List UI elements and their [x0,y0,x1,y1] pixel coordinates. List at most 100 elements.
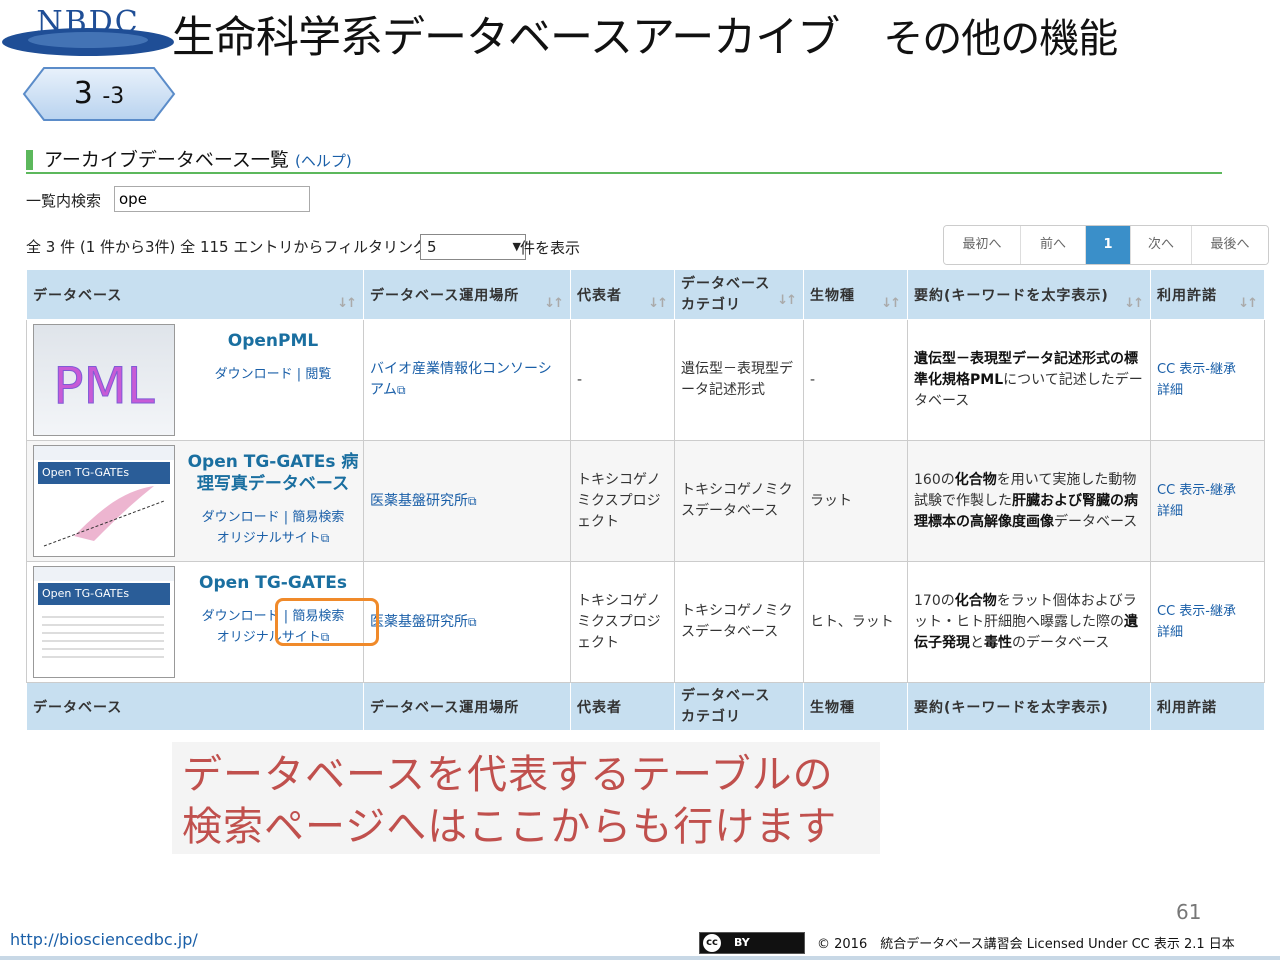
page-number: 61 [1176,900,1202,924]
summary-cell: 170の化合物をラット個体およびラット・ヒト肝細胞へ曝露した際の遺伝子発現と毒性… [907,561,1151,683]
db-name[interactable]: Open TG-GATEs [187,572,359,594]
category-cell: トキシコゲノミクスデータベース [674,561,804,683]
section-number: 3 [73,76,93,111]
license-cell: CC 表示-継承 詳細 [1150,440,1265,562]
table-header-row: データベース ↓↑ データベース運用場所 ↓↑ 代表者 ↓↑ データベース カテゴリ ↓↑… [26,269,1265,320]
table-row: Open TG-GATEs Open TG-GATEs 病理写真データベース ダ… [26,440,1265,562]
slide-title-main: 生命科学系データベースアーカイブ [172,13,840,63]
external-link-icon: ⧉ [320,531,330,545]
callout-line-2: 検索ページへはここからも行けます [182,804,838,850]
summary-cell: 160の化合物を用いて実施した動物試験で作製した肝臓および腎臓の病理標本の高解像… [907,440,1151,562]
db-thumbnail[interactable]: Open TG-GATEs [33,566,175,678]
col-category[interactable]: データベース カテゴリ ↓↑ [674,269,804,320]
cc-license-badge: cc BY [699,932,805,954]
db-cell: PML OpenPML ダウンロード | 閲覧 [26,319,364,441]
section-heading: アーカイブデータベース一覧 (ヘルプ) [26,148,1222,174]
species-cell: ヒト、ラット [803,561,908,683]
copyright-text: © 2016 統合データベース講習会 Licensed Under CC 表示 … [817,937,1235,952]
location-cell: バイオ産業情報化コンソーシアム⧉ [363,319,571,441]
cc-icon: cc [703,934,721,952]
download-link[interactable]: ダウンロード [202,609,280,624]
pager-current-page[interactable]: 1 [1086,226,1131,264]
db-links: ダウンロード | 閲覧 [214,367,332,382]
section-subnumber: -3 [102,84,125,109]
slide-title: 生命科学系データベースアーカイブ その他の機能 [172,8,1272,68]
location-link[interactable]: 医薬基盤研究所 [370,493,468,509]
db-cell: Open TG-GATEs Open TG-GATEs 病理写真データベース ダ… [26,440,364,562]
search-label: 一覧内検索 [26,192,102,210]
summary-cell: 遺伝型－表現型データ記述形式の標準化規格PMLについて記述したデータベース [907,319,1151,441]
table-footer-row: データベース データベース運用場所 代表者 データベース カテゴリ 生物種 要約(… [26,682,1265,731]
pagination: 最初へ 前へ 1 次へ 最後へ [943,225,1269,265]
rep-cell: - [570,319,675,441]
bottom-rule [0,956,1280,960]
species-cell: ラット [803,440,908,562]
table-row: Open TG-GATEs Open TG-GATEs ダウンロード | 簡易検… [26,561,1265,683]
callout-line-1: データベースを代表するテーブルの [182,752,834,798]
view-link[interactable]: 閲覧 [305,367,331,382]
col-location[interactable]: データベース運用場所 ↓↑ [363,269,571,320]
highlight-box [275,598,379,646]
help-link[interactable]: (ヘルプ) [295,152,352,170]
col-license[interactable]: 利用許諾 ↓↑ [1150,269,1265,320]
db-thumbnail[interactable]: PML [33,324,175,436]
col-category: データベース カテゴリ [674,682,804,731]
sort-icon: ↓↑ [544,296,564,311]
heading-text: アーカイブデータベース一覧 [44,149,289,171]
db-name[interactable]: Open TG-GATEs 病理写真データベース [187,451,359,495]
external-link-icon: ⧉ [468,614,477,629]
pager-first-button[interactable]: 最初へ [944,226,1021,264]
logo-text: NBDC [36,5,139,40]
filter-status: 全 3 件 (1 件から3件) 全 115 エントリからフィルタリング [26,238,429,256]
location-cell: 医薬基盤研究所⧉ [363,561,571,683]
rep-cell: トキシコゲノミクスプロジェクト [570,440,675,562]
nbdc-logo: NBDC [0,2,178,64]
db-name[interactable]: OpenPML [187,330,359,352]
col-species: 生物種 [803,682,908,731]
col-representative: 代表者 [570,682,675,731]
sort-icon: ↓↑ [1124,296,1144,311]
location-cell: 医薬基盤研究所⧉ [363,440,571,562]
detail-link[interactable]: 詳細 [1157,383,1183,398]
page-size-value: 5 [427,238,437,256]
external-link-icon: ⧉ [468,493,477,508]
category-cell: トキシコゲノミクスデータベース [674,440,804,562]
location-link[interactable]: 医薬基盤研究所 [370,614,468,630]
category-cell: 遺伝型－表現型データ記述形式 [674,319,804,441]
download-link[interactable]: ダウンロード [215,367,293,382]
col-species[interactable]: 生物種 ↓↑ [803,269,908,320]
callout: データベースを代表するテーブルの 検索ページへはここからも行けます [172,742,880,854]
simple-search-link[interactable]: 簡易検索 [292,510,344,525]
pager-prev-button[interactable]: 前へ [1021,226,1086,264]
col-database: データベース [26,682,364,731]
col-summary[interactable]: 要約(キーワードを太字表示) ↓↑ [907,269,1151,320]
pager-last-button[interactable]: 最後へ [1192,226,1268,264]
detail-link[interactable]: 詳細 [1157,625,1183,640]
sort-icon: ↓↑ [648,296,668,311]
col-representative[interactable]: 代表者 ↓↑ [570,269,675,320]
sort-icon: ↓↑ [1238,296,1258,311]
table-row: PML OpenPML ダウンロード | 閲覧 バイオ産業情報化コンソーシアム⧉… [26,319,1265,441]
db-thumbnail[interactable]: Open TG-GATEs [33,445,175,557]
sort-icon: ↓↑ [337,296,357,311]
rep-cell: トキシコゲノミクスプロジェクト [570,561,675,683]
pager-next-button[interactable]: 次へ [1131,226,1192,264]
col-summary: 要約(キーワードを太字表示) [907,682,1151,731]
thumb-text: PML [53,357,154,415]
page-size-suffix: 件を表示 [520,239,581,257]
detail-link[interactable]: 詳細 [1157,504,1183,519]
license-cell: CC 表示-継承 詳細 [1150,561,1265,683]
slide-subtitle: その他の機能 [883,16,1118,62]
section-badge: 3 -3 [22,66,176,122]
external-link-icon: ⧉ [397,383,406,397]
col-database[interactable]: データベース ↓↑ [26,269,364,320]
sort-icon: ↓↑ [881,296,901,311]
download-link[interactable]: ダウンロード [202,510,280,525]
search-input[interactable] [114,186,310,212]
page-size-select[interactable]: 5 ▼ [420,234,526,260]
footer-url-link[interactable]: http://biosciencedbc.jp/ [10,930,198,949]
original-site-link[interactable]: オリジナルサイト [217,531,321,546]
col-location: データベース運用場所 [363,682,571,731]
col-license: 利用許諾 [1150,682,1265,731]
sort-icon: ↓↑ [777,293,797,308]
